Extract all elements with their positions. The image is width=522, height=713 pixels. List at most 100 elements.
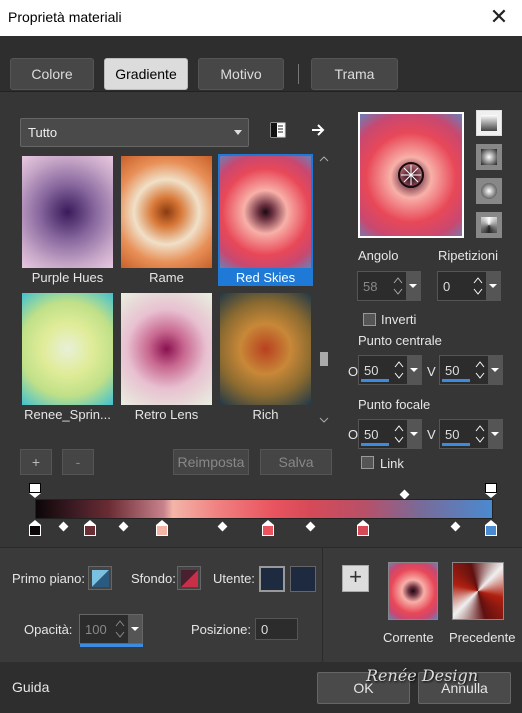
color-stops-row xyxy=(0,520,522,540)
remove-gradient-button[interactable]: - xyxy=(62,449,94,475)
stepper-arrows-icon[interactable] xyxy=(391,420,407,448)
color-stop[interactable] xyxy=(156,520,168,536)
linear-style-button[interactable] xyxy=(476,110,502,136)
color-stop[interactable] xyxy=(84,520,96,536)
color-midpoint[interactable] xyxy=(305,521,316,532)
color-stop[interactable] xyxy=(262,520,274,536)
gradient-swatch xyxy=(121,156,212,268)
save-button[interactable]: Salva xyxy=(260,449,332,475)
stepper-arrows-icon[interactable] xyxy=(472,356,488,384)
category-dropdown[interactable]: Tutto xyxy=(20,118,249,147)
opacity-stepper[interactable]: 100 xyxy=(79,614,143,644)
gradient-name: Red Skies xyxy=(235,270,296,285)
tab-pattern[interactable]: Motivo xyxy=(198,58,284,90)
add-swatch-button[interactable]: + xyxy=(342,565,369,592)
reset-button[interactable]: Reimposta xyxy=(173,449,249,475)
gradient-thumb-rame[interactable]: Rame xyxy=(119,154,214,286)
focal-v-value: 50 xyxy=(445,427,460,442)
focal-v-stepper[interactable]: 50 xyxy=(439,419,503,449)
angle-value: 58 xyxy=(363,279,378,294)
help-link[interactable]: Guida xyxy=(12,679,49,695)
gradient-thumb-red-skies[interactable]: Red Skies xyxy=(218,154,313,286)
gradient-preview[interactable] xyxy=(358,112,464,238)
tab-texture[interactable]: Trama xyxy=(311,58,398,90)
gradient-swatch xyxy=(22,156,113,268)
color-midpoint[interactable] xyxy=(217,521,228,532)
stepper-arrows-icon[interactable] xyxy=(472,420,488,448)
color-midpoint[interactable] xyxy=(118,521,129,532)
link-checkbox[interactable] xyxy=(361,456,374,469)
title-bar: Proprietà materiali ✕ xyxy=(0,0,522,36)
color-stop[interactable] xyxy=(485,520,497,536)
angle-stepper[interactable]: 58 xyxy=(357,271,421,301)
transparency-stop-left[interactable] xyxy=(29,483,41,499)
focal-o-stepper[interactable]: 50 xyxy=(358,419,422,449)
gradient-library: Purple Hues Rame Red Skies Renee_Sprin..… xyxy=(20,154,318,434)
repeats-stepper[interactable]: 0 xyxy=(437,271,501,301)
position-label: Posizione: xyxy=(191,622,251,637)
gradient-strip[interactable] xyxy=(35,499,493,519)
background-swatch[interactable] xyxy=(177,566,201,590)
footer: Guida OK Annulla Renée Design xyxy=(0,662,522,713)
tab-color[interactable]: Colore xyxy=(10,58,94,90)
tab-bar: Colore Gradiente Motivo Trama xyxy=(0,36,522,92)
rectangular-icon xyxy=(481,149,497,165)
color-midpoint[interactable] xyxy=(58,521,69,532)
color-stop[interactable] xyxy=(357,520,369,536)
close-icon[interactable]: ✕ xyxy=(488,4,510,30)
gradient-thumb-purple-hues[interactable]: Purple Hues xyxy=(20,154,115,286)
transparency-midpoint[interactable] xyxy=(399,489,410,500)
radial-style-button[interactable] xyxy=(476,212,502,238)
value-bar xyxy=(361,443,389,446)
repeats-label: Ripetizioni xyxy=(438,248,498,263)
center-o-dropdown[interactable] xyxy=(407,356,421,384)
stepper-arrows-icon[interactable] xyxy=(391,356,407,384)
center-v-value: 50 xyxy=(445,363,460,378)
opacity-dropdown[interactable] xyxy=(128,615,142,643)
library-icon[interactable] xyxy=(270,122,286,138)
value-bar xyxy=(442,443,470,446)
current-swatch[interactable] xyxy=(388,562,438,620)
sunburst-icon xyxy=(481,183,497,199)
repeats-value: 0 xyxy=(443,279,451,294)
gradient-thumb-retro-lens[interactable]: Retro Lens xyxy=(119,291,214,423)
divider xyxy=(322,548,323,663)
chevron-down-icon xyxy=(234,130,242,135)
arrow-right-icon[interactable] xyxy=(310,122,326,138)
gradient-thumb-rich[interactable]: Rich xyxy=(218,291,313,423)
gradient-thumb-renee-spring[interactable]: Renee_Sprin... xyxy=(20,291,115,423)
center-o-value: 50 xyxy=(364,363,379,378)
add-gradient-button[interactable]: + xyxy=(20,449,52,475)
stepper-arrows-icon[interactable] xyxy=(112,615,128,643)
center-o-stepper[interactable]: 50 xyxy=(358,355,422,385)
focal-v-label: V xyxy=(427,427,436,442)
focal-o-value: 50 xyxy=(364,427,379,442)
focal-o-dropdown[interactable] xyxy=(407,420,421,448)
previous-swatch[interactable] xyxy=(452,562,504,620)
foreground-swatch[interactable] xyxy=(88,566,112,590)
focal-v-dropdown[interactable] xyxy=(488,420,502,448)
transparency-stop-right[interactable] xyxy=(485,483,497,499)
sunburst-style-button[interactable] xyxy=(476,178,502,204)
center-v-dropdown[interactable] xyxy=(488,356,502,384)
previous-label: Precedente xyxy=(449,630,516,645)
stepper-arrows-icon[interactable] xyxy=(470,272,486,300)
invert-label: Inverti xyxy=(381,312,417,327)
repeats-dropdown[interactable] xyxy=(486,272,500,300)
color-stop[interactable] xyxy=(29,520,41,536)
center-v-stepper[interactable]: 50 xyxy=(439,355,503,385)
stepper-arrows-icon[interactable] xyxy=(390,272,406,300)
value-bar xyxy=(361,379,389,382)
rectangular-style-button[interactable] xyxy=(476,144,502,170)
user-swatch-2[interactable] xyxy=(290,566,316,592)
tab-gradient[interactable]: Gradiente xyxy=(104,58,188,90)
color-midpoint[interactable] xyxy=(450,521,461,532)
position-value: 0 xyxy=(261,622,269,637)
invert-checkbox[interactable] xyxy=(363,313,376,326)
position-field[interactable]: 0 xyxy=(255,618,298,640)
link-label: Link xyxy=(380,456,404,471)
library-scrollbar[interactable] xyxy=(318,154,330,434)
gradient-swatch xyxy=(220,156,311,268)
user-swatch-1[interactable] xyxy=(259,566,285,592)
angle-dropdown[interactable] xyxy=(406,272,420,300)
